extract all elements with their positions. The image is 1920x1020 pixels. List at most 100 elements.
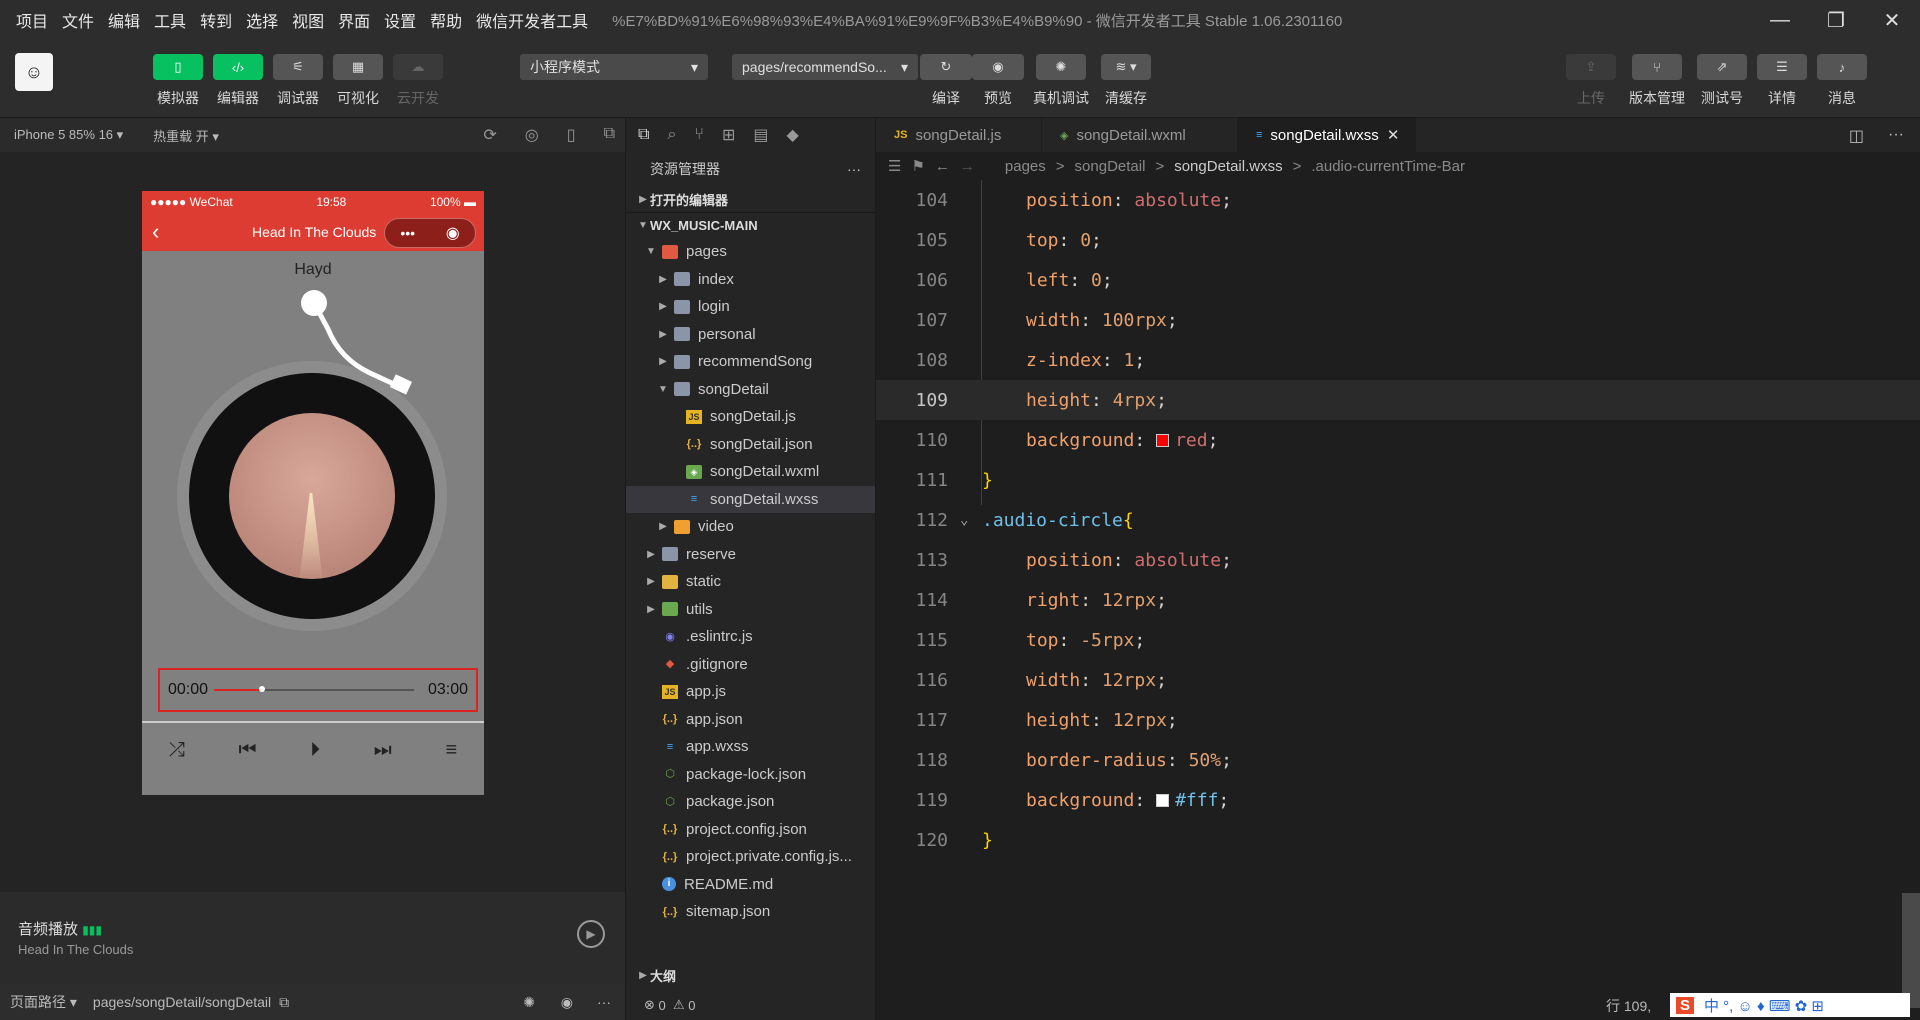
menu-item[interactable]: 编辑 [108,8,140,32]
outline-section[interactable]: ▶ 大纲 [626,964,876,986]
stop-icon[interactable]: ◎ [525,125,539,145]
tree-item[interactable]: ⬡ package.json [626,788,875,816]
device-select[interactable]: iPhone 5 85% 16 ▾ [14,127,123,143]
extensions-icon[interactable]: ⊞ [722,125,735,145]
menu-item[interactable]: 帮助 [430,8,462,32]
compile-button[interactable]: ↻ [920,54,972,80]
tree-item[interactable]: ▼ pages [626,238,875,266]
menu-item[interactable]: 工具 [154,8,186,32]
menu-item[interactable]: 选择 [246,8,278,32]
close-circle-icon[interactable]: ◉ [446,223,460,243]
source-control-icon[interactable]: ⑂ [694,126,704,144]
color-swatch[interactable] [1156,793,1170,807]
open-editors-section[interactable]: ▶ 打开的编辑器 [626,186,875,212]
breadcrumb-item[interactable]: songDetail [1075,158,1146,175]
tree-item[interactable]: ◉ .eslintrc.js [626,623,875,651]
eye-icon[interactable]: ◉ [561,994,573,1011]
page-path-select[interactable]: pages/recommendSo... ▾ [732,54,918,80]
more-icon[interactable]: ··· [847,161,861,177]
maximize-icon[interactable]: ❐ [1808,0,1864,40]
menu-item[interactable]: 项目 [16,8,48,32]
back-icon[interactable]: ← [935,158,950,175]
progress-handle[interactable] [259,686,265,692]
more-icon[interactable]: ··· [597,994,611,1010]
menu-item[interactable]: 视图 [292,8,324,32]
tree-item[interactable]: ▶ utils [626,596,875,624]
close-tab-icon[interactable]: ✕ [1387,126,1400,144]
menu-item[interactable]: 转到 [200,8,232,32]
menu-item[interactable]: 设置 [384,8,416,32]
tree-item[interactable]: ≡ app.wxss [626,733,875,761]
more-icon[interactable]: ••• [400,225,415,241]
tree-item[interactable]: {..} songDetail.json [626,431,875,459]
bookmark-icon[interactable]: ⚑ [911,157,924,175]
tree-item[interactable]: ▶ personal [626,321,875,349]
progress-bar[interactable] [214,686,414,692]
tree-item[interactable]: ◈ songDetail.wxml [626,458,875,486]
version-button[interactable]: ⑂ [1632,54,1682,80]
mode-select[interactable]: 小程序模式 ▾ [520,54,708,80]
avatar[interactable]: ☺ [15,53,53,91]
simulator-button[interactable]: ▯ [153,54,203,80]
tree-item[interactable]: {..} project.private.config.js... [626,843,875,871]
split-editor-icon[interactable]: ◫ [1849,126,1864,146]
breadcrumb-item[interactable]: .audio-currentTime-Bar [1311,158,1465,175]
messages-button[interactable]: ♪ [1817,54,1867,80]
audio-play-icon[interactable]: ▶ [577,920,605,948]
tree-item[interactable]: ◆ .gitignore [626,651,875,679]
menu-item[interactable]: 微信开发者工具 [476,8,588,32]
docker-icon[interactable]: ◆ [787,125,799,145]
shuffle-icon[interactable]: ⤮ [169,739,185,762]
forward-icon[interactable]: → [960,158,975,175]
real-debug-button[interactable]: ✺ [1036,54,1086,80]
menu-item[interactable]: 文件 [62,8,94,32]
visual-button[interactable]: ▦ [333,54,383,80]
debug-panel-icon[interactable]: ▤ [753,125,768,145]
phone-frame-icon[interactable]: ▯ [567,125,576,145]
tree-item[interactable]: ≡ songDetail.wxss [626,485,875,513]
back-icon[interactable]: ‹ [152,219,159,245]
tree-item[interactable]: JS app.js [626,678,875,706]
tree-item[interactable]: ▶ recommendSong [626,348,875,376]
breadcrumb-item[interactable]: songDetail.wxss [1174,158,1282,175]
tab-songDetail-wxss[interactable]: ≡ songDetail.wxss ✕ [1238,118,1416,152]
tree-item[interactable]: ▶ static [626,568,875,596]
next-icon[interactable]: ⏭ [374,739,392,762]
upload-button[interactable]: ⇪ [1566,54,1616,80]
tab-songDetail-js[interactable]: JS songDetail.js [876,118,1042,152]
minimize-icon[interactable]: — [1752,0,1808,40]
code-area[interactable]: 104 position: absolute; 105 top: 0; 106 left:… [876,180,1920,980]
preview-button[interactable]: ◉ [972,54,1024,80]
clear-cache-button[interactable]: ≋ ▾ [1101,54,1151,80]
tree-item[interactable]: {..} sitemap.json [626,898,875,926]
menu-item[interactable]: 界面 [338,8,370,32]
close-window-icon[interactable]: ✕ [1864,0,1920,40]
tree-item[interactable]: ▶ index [626,266,875,294]
tab-songDetail-wxml[interactable]: ◈ songDetail.wxml [1042,118,1238,152]
cloud-button[interactable]: ☁ [393,54,443,80]
tree-item[interactable]: ▶ login [626,293,875,321]
ime-toolbar[interactable]: S 中 °, ☺ ♦ ⌨ ✿ ⊞ [1670,993,1910,1017]
more-icon[interactable]: ··· [1888,126,1904,146]
bug-icon[interactable]: ✺ [523,994,535,1011]
copy-icon[interactable]: ⧉ [279,994,289,1011]
tree-item[interactable]: ▶ video [626,513,875,541]
play-icon[interactable]: ⏵ [310,739,320,762]
fold-icon[interactable]: ⌄ [960,512,968,528]
hot-reload-toggle[interactable]: 热重载 开 ▾ [153,126,219,145]
search-icon[interactable]: ⌕ [667,126,676,144]
tree-item[interactable]: i README.md [626,871,875,899]
editor-button[interactable]: ‹/› [213,54,263,80]
debugger-button[interactable]: ⚟ [273,54,323,80]
problems-status[interactable]: ⊗ 0 ⚠ 0 [626,990,876,1020]
files-icon[interactable]: ⧉ [638,126,649,144]
tree-item[interactable]: {..} app.json [626,706,875,734]
page-path-select[interactable]: 页面路径 ▾ [10,992,77,1012]
popout-icon[interactable]: ⧉ [604,125,615,145]
tree-item[interactable]: ▶ reserve [626,541,875,569]
color-swatch[interactable] [1156,433,1170,447]
tree-item[interactable]: {..} project.config.json [626,816,875,844]
previous-icon[interactable]: ⏮ [238,739,256,762]
tree-item[interactable]: ▼ songDetail [626,376,875,404]
list-icon[interactable]: ☰ [888,157,901,175]
